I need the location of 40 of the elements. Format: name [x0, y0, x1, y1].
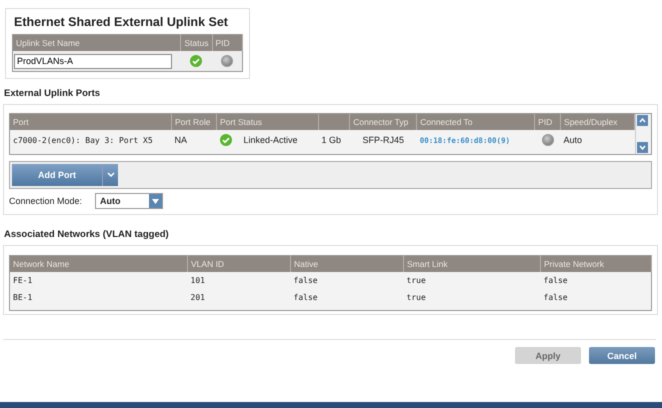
add-port-button[interactable]: Add Port: [12, 164, 102, 186]
column-header: Uplink Set Name: [12, 34, 181, 51]
scroll-up-icon[interactable]: [637, 115, 648, 126]
table-cell: false: [294, 276, 318, 285]
table-cell: true: [406, 276, 426, 285]
table-cell: false: [544, 276, 568, 285]
column-header: Smart Link: [407, 259, 448, 269]
connection-mode-select[interactable]: Auto: [95, 193, 164, 209]
section-heading: External Uplink Ports: [4, 88, 102, 99]
scroll-down-icon[interactable]: [637, 142, 648, 153]
column-header: Port Status: [220, 117, 262, 127]
column-header: Private Network: [544, 259, 604, 269]
table-cell: true: [406, 293, 426, 302]
column-header: Port: [13, 117, 29, 127]
column-header: PID: [212, 34, 242, 51]
field-label: Connection Mode:: [9, 196, 82, 206]
table-cell: 201: [190, 293, 205, 302]
scrollbar[interactable]: [635, 114, 651, 154]
table-cell: 101: [190, 276, 205, 285]
cancel-button[interactable]: Cancel: [589, 347, 655, 364]
panel-title: Ethernet Shared External Uplink Set: [14, 15, 229, 29]
column-header: Native: [294, 259, 318, 269]
caret-icon: [152, 198, 160, 204]
column-header: Network Name: [13, 259, 70, 269]
uplink-name-field[interactable]: ProdVLANs-A: [14, 54, 172, 68]
column-header: Connector Typ: [353, 117, 408, 127]
table-cell: BE-1: [13, 293, 32, 302]
column-header: Connected To: [420, 117, 473, 127]
column-header: Speed/Duplex: [564, 117, 618, 127]
column-header: PID: [538, 117, 552, 127]
column-header: Status: [180, 34, 212, 51]
dropdown-button[interactable]: [102, 164, 118, 186]
table-cell: Linked-Active: [244, 135, 298, 145]
table-cell: false: [544, 293, 568, 302]
column-header: Port Role: [175, 117, 210, 127]
table-cell: false: [294, 293, 318, 302]
caret-icon: [106, 172, 114, 178]
column-header: VLAN ID: [191, 259, 224, 269]
table-cell: FE-1: [13, 276, 32, 285]
section-heading: Associated Networks (VLAN tagged): [4, 229, 170, 240]
